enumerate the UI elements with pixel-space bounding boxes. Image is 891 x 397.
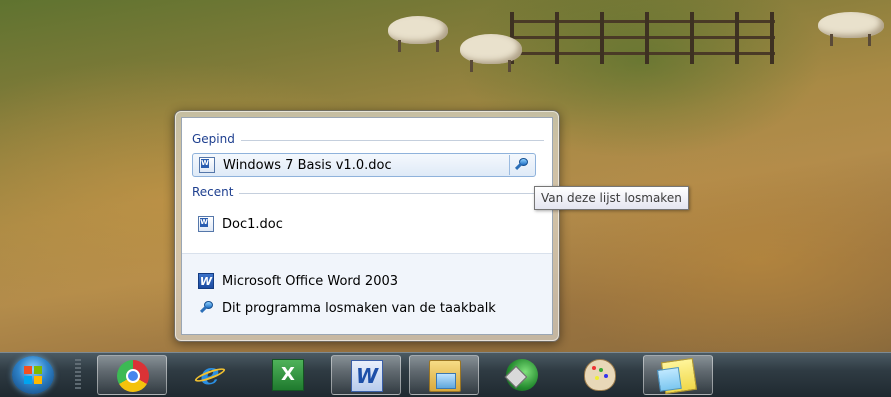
pinned-item-label: Windows 7 Basis v1.0.doc [223, 157, 392, 173]
pin-icon [513, 157, 529, 173]
pinned-item-windows-7-basis[interactable]: Windows 7 Basis v1.0.doc [192, 153, 536, 177]
chrome-icon [117, 360, 149, 392]
jump-list-tasks-area [182, 253, 552, 334]
unpin-icon [198, 300, 214, 316]
wallpaper-fence [510, 12, 775, 64]
task-label: Microsoft Office Word 2003 [222, 273, 399, 289]
taskbar-button-chrome[interactable] [97, 355, 167, 395]
word-app-icon: W [198, 273, 214, 289]
taskbar: e X W [0, 352, 891, 397]
unpin-from-list-button[interactable] [509, 155, 531, 175]
windows-start-orb-icon [24, 366, 42, 384]
pinned-category-label: Gepind [192, 132, 241, 146]
sticky-notes-icon [660, 357, 698, 395]
word-icon: W [351, 360, 383, 392]
taskbar-button-internet-explorer[interactable]: e [175, 355, 245, 395]
recent-item-doc1[interactable]: Doc1.doc [192, 212, 538, 236]
recent-category-header: Recent [192, 185, 544, 201]
taskbar-button-explorer[interactable] [409, 355, 479, 395]
taskbar-grip [75, 359, 81, 391]
recent-item-label: Doc1.doc [222, 216, 283, 232]
paint-icon [584, 359, 616, 391]
recent-category-label: Recent [192, 185, 240, 199]
word-document-icon [199, 157, 215, 173]
explorer-icon [429, 360, 461, 392]
tooltip: Van deze lijst losmaken [534, 186, 689, 210]
pinned-category-header: Gepind [192, 132, 544, 148]
media-center-icon [506, 359, 538, 391]
jump-list-panel: Gepind Windows 7 Basis v1.0.doc Recent D… [181, 117, 553, 335]
start-button[interactable] [12, 356, 54, 394]
word-document-icon [198, 216, 214, 232]
taskbar-button-sticky-notes[interactable] [643, 355, 713, 395]
taskbar-button-paint[interactable] [565, 355, 635, 395]
taskbar-button-word[interactable]: W [331, 355, 401, 395]
task-open-word-2003[interactable]: W Microsoft Office Word 2003 [192, 269, 538, 293]
task-unpin-program[interactable]: Dit programma losmaken van de taakbalk [192, 296, 538, 320]
task-label: Dit programma losmaken van de taakbalk [222, 300, 496, 316]
jump-list: Gepind Windows 7 Basis v1.0.doc Recent D… [174, 110, 560, 342]
wallpaper-sheep [818, 12, 884, 38]
excel-icon: X [272, 359, 304, 391]
wallpaper-sheep [388, 16, 448, 44]
taskbar-button-media-center[interactable] [487, 355, 557, 395]
taskbar-button-excel[interactable]: X [253, 355, 323, 395]
internet-explorer-icon: e [194, 359, 226, 391]
